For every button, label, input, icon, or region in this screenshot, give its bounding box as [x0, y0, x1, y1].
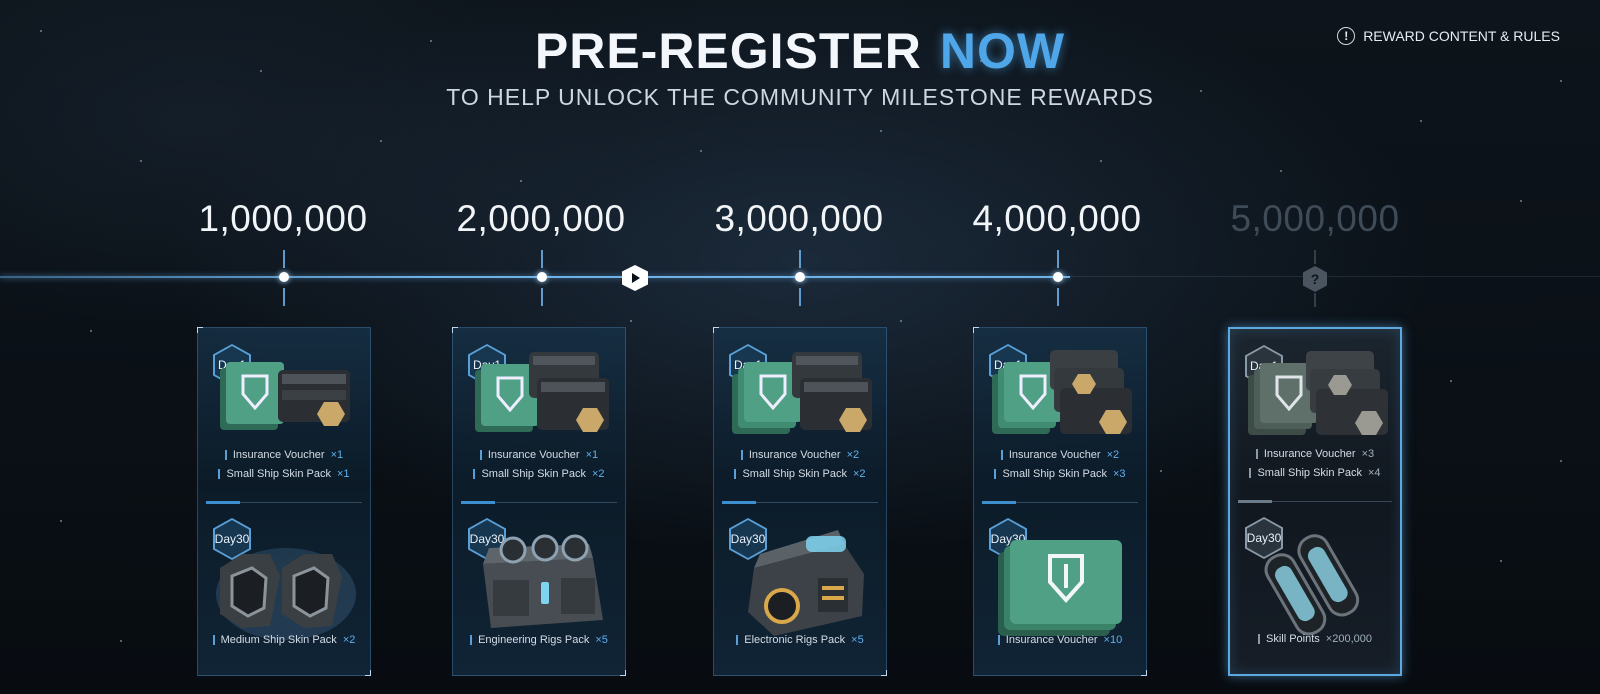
day30-reward: Electronic Rigs Pack ×5: [714, 630, 886, 649]
title-accent: NOW: [939, 23, 1066, 79]
day30-reward: Insurance Voucher ×10: [974, 630, 1146, 649]
progress-track: [0, 276, 1070, 278]
reward-line: Medium Ship Skin Pack ×2: [198, 630, 370, 649]
card-corner: [452, 327, 458, 333]
page-subtitle: TO HELP UNLOCK THE COMMUNITY MILESTONE R…: [446, 84, 1154, 110]
reward-line: Small Ship Skin Pack ×3: [974, 464, 1146, 483]
engineering-rigs-chest-icon: [483, 534, 603, 628]
card-divider: [1238, 500, 1392, 503]
vouchers-and-crates-icon: [992, 350, 1132, 434]
reward-line: Small Ship Skin Pack ×4: [1230, 463, 1400, 482]
milestone-node-2: [537, 272, 547, 282]
card-corner: [1141, 670, 1147, 676]
day30-reward: Engineering Rigs Pack ×5: [453, 630, 625, 649]
card-divider: [206, 501, 362, 504]
reward-line: Small Ship Skin Pack ×1: [198, 464, 370, 483]
milestone-node-3: [795, 272, 805, 282]
day1-rewards: Insurance Voucher ×1 Small Ship Skin Pack…: [453, 445, 625, 483]
reward-line: Insurance Voucher ×3: [1230, 444, 1400, 463]
reward-line: Small Ship Skin Pack ×2: [714, 464, 886, 483]
reward-line: Insurance Voucher ×2: [714, 445, 886, 464]
milestone-node-1: [279, 272, 289, 282]
progress-track-remaining: [1070, 276, 1600, 277]
voucher-and-crates-icon: [475, 352, 609, 432]
info-icon: !: [1337, 27, 1356, 45]
milestone-5: 5,000,000: [1230, 198, 1400, 239]
day30-reward: Medium Ship Skin Pack ×2: [198, 630, 370, 649]
milestone-3: 3,000,000: [714, 198, 884, 239]
reward-line: Insurance Voucher ×10: [974, 630, 1146, 649]
milestone-tick: [1314, 250, 1316, 264]
reward-card-5[interactable]: Day1 Insurance Voucher×3 Small Ship Skin…: [1228, 327, 1402, 676]
electronic-rigs-device-icon: [748, 530, 864, 636]
voucher-and-crate-icon: [220, 362, 350, 430]
reward-line: Insurance Voucher ×1: [453, 445, 625, 464]
skill-injector-icon: [1264, 534, 1360, 636]
reward-line: Electronic Rigs Pack ×5: [714, 630, 886, 649]
day1-rewards: Insurance Voucher ×2 Small Ship Skin Pack…: [714, 445, 886, 483]
reward-card-4[interactable]: Day1 Insurance Voucher×2 Small Ship Skin…: [973, 327, 1147, 676]
reward-card-1[interactable]: Day1 Insurance Voucher×1 Small Ship Skin…: [197, 327, 371, 676]
milestone-tick: [799, 250, 801, 268]
milestone-2: 2,000,000: [456, 198, 626, 239]
reward-rules-label: REWARD CONTENT & RULES: [1363, 28, 1560, 44]
milestone-1: 1,000,000: [198, 198, 368, 239]
title-main: PRE-REGISTER: [534, 23, 922, 79]
day1-rewards: Insurance Voucher ×3 Small Ship Skin Pack…: [1230, 444, 1400, 482]
milestone-tick: [799, 288, 801, 306]
card-corner: [197, 327, 203, 333]
card-divider: [722, 501, 878, 504]
card-corner: [713, 327, 719, 333]
reward-card-2[interactable]: Day1 Insurance Voucher×1 Small Ship Skin…: [452, 327, 626, 676]
card-divider: [461, 501, 617, 504]
milestone-tick: [541, 288, 543, 306]
reward-card-3[interactable]: Day1 Insurance Voucher×2 Small Ship Skin…: [713, 327, 887, 676]
card-corner: [365, 670, 371, 676]
card-corner: [881, 670, 887, 676]
reward-rules-link[interactable]: ! REWARD CONTENT & RULES: [1337, 27, 1560, 45]
card-corner: [620, 670, 626, 676]
milestone-tick: [1057, 250, 1059, 268]
milestone-tick: [283, 288, 285, 306]
reward-line: Skill Points ×200,000: [1230, 629, 1400, 648]
reward-line: Engineering Rigs Pack ×5: [453, 630, 625, 649]
reward-line: Small Ship Skin Pack ×2: [453, 464, 625, 483]
day30-reward: Skill Points ×200,000: [1230, 629, 1400, 648]
vouchers-and-crates-icon: [732, 352, 872, 434]
vouchers-and-crates-icon: [1248, 351, 1388, 435]
locked-milestone-icon: ?: [1303, 266, 1327, 292]
milestone-4: 4,000,000: [972, 198, 1142, 239]
card-corner: [973, 327, 979, 333]
milestone-tick: [541, 250, 543, 268]
milestone-tick: [283, 250, 285, 268]
card-divider: [982, 501, 1138, 504]
day1-rewards: Insurance Voucher ×2 Small Ship Skin Pack…: [974, 445, 1146, 483]
current-progress-icon: [622, 265, 648, 291]
day1-rewards: Insurance Voucher ×1 Small Ship Skin Pack…: [198, 445, 370, 483]
reward-line: Insurance Voucher ×1: [198, 445, 370, 464]
milestone-tick: [1314, 293, 1316, 307]
reward-line: Insurance Voucher ×2: [974, 445, 1146, 464]
milestone-node-4: [1053, 272, 1063, 282]
milestone-tick: [1057, 288, 1059, 306]
voucher-stack-icon: [998, 540, 1122, 636]
